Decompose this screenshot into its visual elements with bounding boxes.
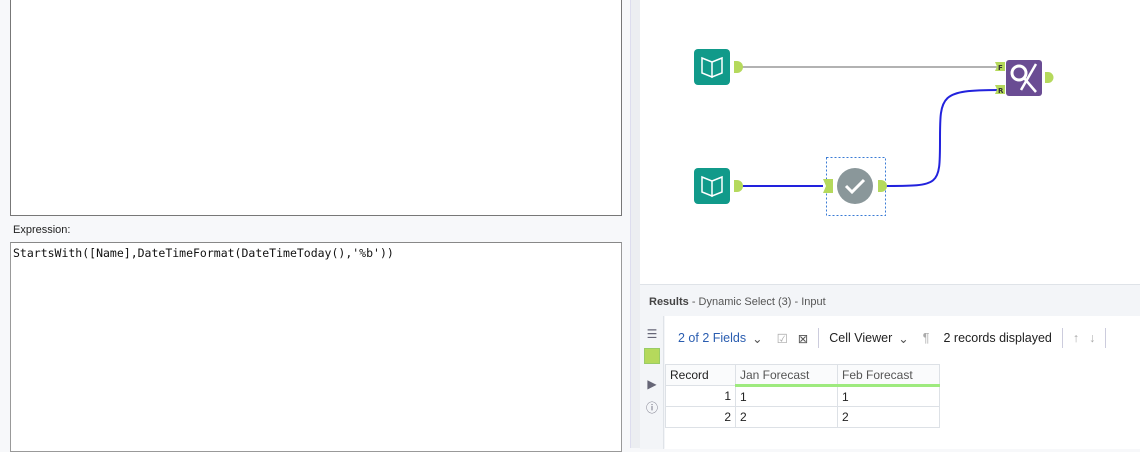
data-view-icon[interactable] bbox=[644, 348, 660, 364]
connection-blue-2 bbox=[884, 89, 1001, 187]
help-icon[interactable]: ⓘ bbox=[644, 399, 660, 415]
column-header-feb-forecast[interactable]: Feb Forecast bbox=[837, 364, 940, 387]
deselect-icon[interactable]: ⊠ bbox=[798, 331, 808, 346]
expression-label: Expression: bbox=[13, 224, 71, 236]
column-header-jan-forecast[interactable]: Jan Forecast bbox=[735, 364, 838, 387]
dynamic-select-tool[interactable] bbox=[823, 157, 887, 216]
panel-splitter[interactable] bbox=[630, 0, 640, 448]
cell[interactable]: 2 bbox=[837, 406, 940, 428]
expression-input[interactable]: StartsWith([Name],DateTimeFormat(DateTim… bbox=[10, 242, 622, 452]
results-header: Results - Dynamic Select (3) - Input bbox=[649, 296, 826, 308]
input-data-tool-2[interactable] bbox=[694, 168, 743, 204]
check-icon[interactable]: ☑ bbox=[777, 331, 788, 346]
results-toolbar: 2 of 2 Fields ⌄ ☑ ⊠ Cell Viewer ⌄ ¶ 2 re… bbox=[665, 316, 1140, 360]
record-cell[interactable]: 1 bbox=[665, 385, 736, 407]
fields-dropdown[interactable]: 2 of 2 Fields bbox=[678, 331, 746, 345]
filter-tool[interactable]: F R bbox=[995, 60, 1054, 96]
table-row: 1 1 1 bbox=[665, 385, 940, 407]
records-count: 2 records displayed bbox=[943, 331, 1052, 345]
cell[interactable]: 1 bbox=[837, 385, 940, 407]
results-table: Record Jan Forecast Feb Forecast 1 1 1 2… bbox=[665, 364, 940, 428]
results-panel: Results - Dynamic Select (3) - Input ☰ ▶… bbox=[640, 284, 1140, 449]
fields-list-box[interactable] bbox=[10, 0, 622, 216]
expression-editor-panel: Expression: StartsWith([Name],DateTimeFo… bbox=[0, 0, 630, 452]
column-header-record[interactable]: Record bbox=[665, 364, 736, 386]
chevron-down-icon[interactable]: ⌄ bbox=[752, 331, 762, 346]
cell-viewer-dropdown[interactable]: Cell Viewer bbox=[829, 331, 892, 345]
input-data-tool-1[interactable] bbox=[694, 49, 743, 85]
arrow-up-icon[interactable]: ↑ bbox=[1073, 331, 1079, 345]
list-icon[interactable]: ☰ bbox=[644, 326, 660, 342]
anchor-f-label: F bbox=[998, 64, 1003, 72]
pilcrow-icon[interactable]: ¶ bbox=[923, 331, 930, 345]
chevron-down-icon[interactable]: ⌄ bbox=[898, 331, 908, 346]
cell[interactable]: 2 bbox=[735, 406, 838, 428]
table-row: 2 2 2 bbox=[665, 406, 940, 428]
results-grid-area: 2 of 2 Fields ⌄ ☑ ⊠ Cell Viewer ⌄ ¶ 2 re… bbox=[665, 316, 1140, 449]
metadata-icon[interactable]: ▶ bbox=[644, 376, 660, 392]
workflow-canvas[interactable]: F R bbox=[640, 0, 1140, 284]
record-cell[interactable]: 2 bbox=[665, 406, 736, 428]
anchor-r-label: R bbox=[998, 87, 1004, 95]
cell[interactable]: 1 bbox=[735, 385, 838, 407]
results-sidebar: ☰ ▶ ⓘ bbox=[640, 316, 664, 449]
arrow-down-icon[interactable]: ↓ bbox=[1089, 331, 1095, 345]
